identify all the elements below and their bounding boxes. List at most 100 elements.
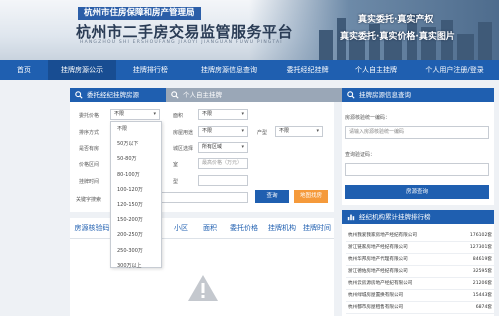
price-option[interactable]: 50-80万 (111, 152, 161, 167)
price-option[interactable]: 120-150万 (111, 198, 161, 213)
col-code[interactable]: 房源核验码 (70, 218, 114, 238)
nav-listing-query[interactable]: 挂牌房源信息查询 (185, 60, 274, 80)
label-deposit: 是否有房 (79, 146, 100, 152)
chart-icon (347, 214, 355, 221)
price-option[interactable]: 250-300万 (111, 244, 161, 259)
search-button[interactable]: 查询 (255, 190, 289, 203)
tab-personal-label: 个人自主挂牌 (183, 91, 222, 99)
agency-count: 127301套 (469, 245, 492, 250)
price-option[interactable]: 200-250万 (111, 228, 161, 243)
nav-home[interactable]: 首页 (0, 60, 48, 80)
price-dropdown: 不限 50万以下 50-80万 80-100万 100-120万 120-150… (110, 121, 162, 269)
chevron-down-icon: ▾ (241, 111, 244, 117)
nav-listing-public[interactable]: 挂牌房源公示 (47, 60, 117, 80)
main-nav: 首页 挂牌房源公示 挂牌排行榜 挂牌房源信息查询 委托经纪挂牌 个人自主挂牌 个… (0, 60, 499, 80)
label-floor: 型 (173, 179, 179, 185)
label-district: 城区选择 (173, 146, 194, 152)
price-option[interactable]: 150-200万 (111, 213, 161, 228)
agency-name: 杭州我爱我家房地产经纪有限公司 (348, 233, 417, 238)
nav-register-login[interactable]: 个人用户注册/登录 (410, 60, 499, 80)
query-panel-title: 挂牌房源信息查询 (342, 88, 494, 102)
max-price-input[interactable]: 最高价格（万元） (198, 158, 248, 169)
map-search-button[interactable]: 地图找房 (294, 190, 328, 203)
col-community[interactable]: 小区 (166, 218, 196, 238)
verify-input[interactable] (345, 163, 489, 176)
verify-label: 查询验证码： (345, 152, 376, 158)
floor-input[interactable] (198, 175, 248, 186)
search-icon (347, 91, 355, 99)
slogan-line1: 真实委托·真实产权 (358, 15, 434, 25)
agency-name: 浙江德佑房地产经纪有限公司 (348, 269, 408, 274)
area-select-value: 不限 (202, 111, 213, 117)
department-label: 杭州市住房保障和房产管理局 (78, 7, 201, 20)
ranking-title-text: 经纪机构累计挂牌排行榜 (359, 213, 431, 221)
price-option[interactable]: 80-100万 (111, 168, 161, 183)
price-option[interactable]: 100-120万 (111, 183, 161, 198)
ptype-value: 不限 (279, 128, 290, 134)
warning-icon (188, 275, 218, 301)
ranking-row[interactable]: 浙江链家房地产经纪有限公司 127301套 (346, 243, 494, 254)
house-use-value: 不限 (202, 128, 213, 134)
col-time[interactable]: 挂牌时间 (300, 218, 334, 238)
label-room: 室 (173, 162, 179, 168)
agency-name: 杭州华邦房地产代理有限公司 (348, 257, 408, 262)
chevron-down-icon: ▾ (241, 144, 244, 150)
chevron-down-icon: ▾ (153, 111, 156, 117)
search-icon (75, 91, 83, 99)
chevron-down-icon: ▾ (316, 128, 319, 134)
code-input[interactable]: 请输入房源核验统一编码 (345, 126, 489, 139)
agency-count: 176102套 (469, 233, 492, 238)
agency-count: 15443套 (472, 293, 492, 298)
ranking-row[interactable]: 杭州华邦房地产代理有限公司 84619套 (346, 255, 494, 266)
ptype-select[interactable]: 不限 ▾ (275, 126, 323, 137)
ranking-title: 经纪机构累计挂牌排行榜 (342, 210, 494, 224)
tab-agent-listing[interactable]: 委托经纪挂牌房源 (70, 88, 177, 102)
agency-count: 84619套 (472, 257, 492, 262)
label-sort: 排序方式 (79, 130, 100, 136)
chevron-down-icon: ▾ (241, 128, 244, 134)
query-title-text: 挂牌房源信息查询 (359, 91, 411, 99)
tab-agent-label: 委托经纪挂牌房源 (87, 91, 139, 99)
nav-personal-listing[interactable]: 个人自主挂牌 (342, 60, 410, 80)
label-list-time: 挂牌时间 (79, 179, 100, 185)
district-value: 所有区域 (202, 144, 223, 150)
col-agency[interactable]: 挂牌机构 (264, 218, 300, 238)
col-area[interactable]: 面积 (196, 218, 224, 238)
district-select[interactable]: 所有区域 ▾ (198, 142, 248, 153)
agency-name: 杭州云房源房地产经纪有限公司 (348, 281, 413, 286)
agency-count: 21206套 (472, 281, 492, 286)
query-button[interactable]: 房源查询 (345, 185, 489, 199)
search-icon (171, 91, 179, 99)
ranking-row[interactable]: 杭州我爱我家房地产经纪有限公司 176102套 (346, 231, 494, 242)
price-select[interactable]: 不限 ▾ (110, 109, 160, 120)
label-keyword: 关键字搜索 (76, 197, 102, 203)
ranking-row[interactable]: 浙江德佑房地产经纪有限公司 32595套 (346, 267, 494, 278)
house-use-select[interactable]: 不限 ▾ (198, 126, 248, 137)
platform-title: 杭州市二手房交易监管服务平台 (76, 23, 294, 41)
agency-count: 6874套 (475, 305, 492, 310)
nav-ranking[interactable]: 挂牌排行榜 (116, 60, 184, 80)
agency-name: 浙江链家房地产经纪有限公司 (348, 245, 408, 250)
tab-personal-listing[interactable]: 个人自主挂牌 (166, 88, 351, 102)
slogan-line2: 真实委托·真实价格·真实图片 (340, 32, 455, 42)
max-price-placeholder: 最高价格（万元） (202, 160, 243, 166)
col-price[interactable]: 委托价格 (224, 218, 264, 238)
price-option[interactable]: 300万以上 (111, 259, 161, 274)
agency-name: 杭州都市房屋租售有限公司 (348, 305, 404, 310)
ranking-row[interactable]: 杭州云房源房地产经纪有限公司 21206套 (346, 279, 494, 290)
ranking-row[interactable]: 杭州绿城房屋置换有限公司 15443套 (346, 291, 494, 302)
agency-name: 杭州绿城房屋置换有限公司 (348, 293, 404, 298)
price-option[interactable]: 不限 (111, 122, 161, 137)
area-select[interactable]: 不限 ▾ (198, 109, 248, 120)
code-label: 房源核验统一编码： (345, 115, 391, 121)
price-option[interactable]: 50万以下 (111, 137, 161, 152)
label-price-range: 价格区间 (79, 162, 100, 168)
header-banner: 杭州市住房保障和房产管理局 杭州市二手房交易监管服务平台 HANGZHOU SH… (0, 0, 499, 60)
ranking-row[interactable]: 杭州都市房屋租售有限公司 6874套 (346, 303, 494, 314)
label-ptype: 产型 (257, 130, 268, 136)
query-panel: 挂牌房源信息查询 房源核验统一编码： 请输入房源核验统一编码 查询验证码： 房源… (342, 88, 494, 205)
label-area: 面积 (173, 113, 184, 119)
nav-agent-listing[interactable]: 委托经纪挂牌 (273, 60, 341, 80)
label-house-use: 房屋用途 (173, 130, 194, 136)
agency-count: 32595套 (472, 269, 492, 274)
